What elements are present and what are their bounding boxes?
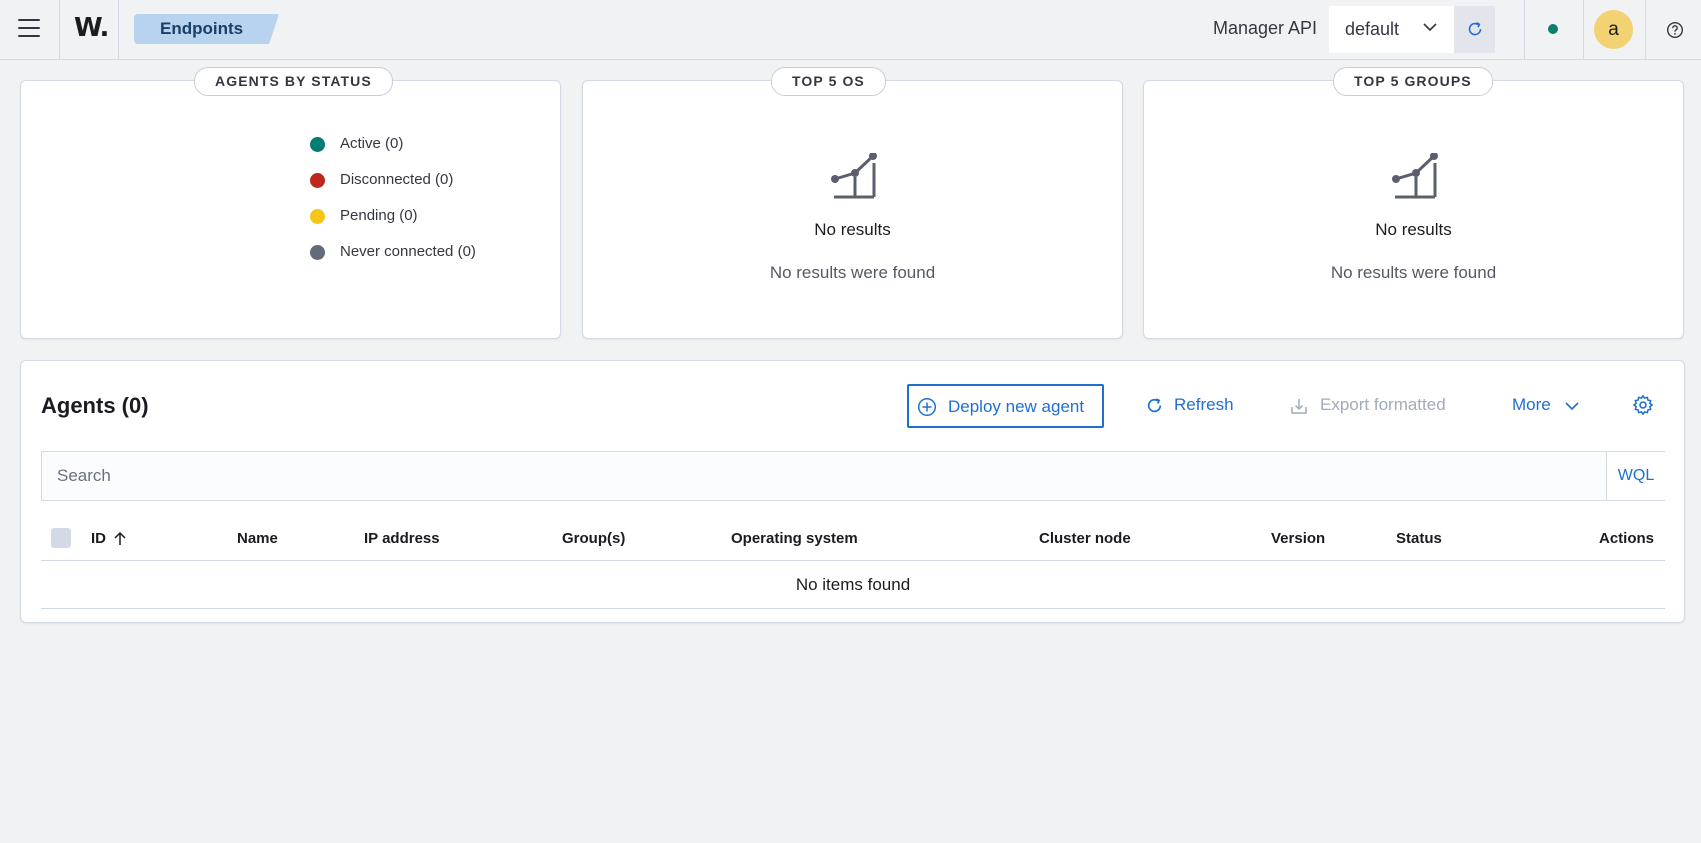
download-icon <box>1291 399 1307 414</box>
api-select-value: default <box>1345 19 1400 39</box>
no-results-title: No results <box>1375 220 1452 239</box>
column-header-id[interactable]: ID <box>91 530 126 547</box>
column-header-name[interactable]: Name <box>237 530 278 547</box>
breadcrumb-endpoints[interactable]: Endpoints <box>134 14 279 44</box>
chevron-down-icon <box>1565 402 1579 411</box>
deploy-new-agent-button[interactable]: Deploy new agent <box>907 384 1104 428</box>
health-status-dot[interactable] <box>1548 24 1558 34</box>
column-header-groups[interactable]: Group(s) <box>562 530 625 547</box>
no-results-title: No results <box>814 220 891 239</box>
table-header: ID Name IP address Group(s) Operating sy… <box>41 517 1665 561</box>
status-dot-disconnected <box>310 173 325 188</box>
column-header-version[interactable]: Version <box>1271 530 1325 547</box>
legend-label: Never connected (0) <box>340 243 476 260</box>
status-dot-pending <box>310 209 325 224</box>
panel-title-top-5-groups: TOP 5 GROUPS <box>1333 67 1493 96</box>
legend-label: Active (0) <box>340 135 404 152</box>
search-input[interactable] <box>42 452 1605 500</box>
chart-empty-icon <box>1392 153 1438 199</box>
agents-by-status-panel: Active (0) Disconnected (0) Pending (0) … <box>20 80 561 339</box>
column-label: ID <box>91 530 106 547</box>
column-header-status[interactable]: Status <box>1396 530 1442 547</box>
legend-label: Pending (0) <box>340 207 418 224</box>
manager-api-label: Manager API <box>1213 18 1318 38</box>
app-logo[interactable]: W. <box>74 13 109 43</box>
select-all-checkbox[interactable] <box>51 528 71 548</box>
help-icon[interactable] <box>1666 21 1684 39</box>
header-divider <box>1583 0 1584 59</box>
header-divider <box>1645 0 1646 59</box>
plus-circle-icon <box>917 397 937 417</box>
refresh-label: Refresh <box>1174 395 1234 414</box>
breadcrumb-label: Endpoints <box>160 19 244 38</box>
deploy-new-agent-label: Deploy new agent <box>948 397 1085 416</box>
status-dot-never-connected <box>310 245 325 260</box>
refresh-icon <box>1468 22 1482 36</box>
status-dot-active <box>310 137 325 152</box>
chart-empty-icon <box>831 153 877 199</box>
breadcrumb: Endpoints <box>134 14 279 46</box>
refresh-icon <box>1147 398 1162 413</box>
header-divider <box>118 0 119 59</box>
export-formatted-label: Export formatted <box>1320 395 1446 414</box>
export-formatted-button[interactable]: Export formatted <box>1289 395 1464 417</box>
sort-ascending-icon <box>114 531 126 545</box>
user-avatar[interactable]: a <box>1594 10 1633 49</box>
chevron-down-icon <box>1423 23 1437 32</box>
top-5-groups-panel: No results No results were found <box>1143 80 1684 339</box>
panel-title-agents-by-status: AGENTS BY STATUS <box>194 67 393 96</box>
api-refresh-button[interactable] <box>1455 6 1495 53</box>
gear-icon[interactable] <box>1632 394 1654 416</box>
table-empty-message: No items found <box>41 562 1665 609</box>
wql-toggle[interactable]: WQL <box>1606 452 1665 500</box>
legend-label: Disconnected (0) <box>340 171 454 188</box>
no-results-text: No results were found <box>1330 263 1497 282</box>
more-menu-button[interactable]: More <box>1512 395 1587 417</box>
more-label: More <box>1512 395 1551 414</box>
top-5-os-panel: No results No results were found <box>582 80 1123 339</box>
column-header-ip-address[interactable]: IP address <box>364 530 440 547</box>
agents-table-panel: Agents (0) Deploy new agent Refresh Expo… <box>20 360 1685 623</box>
header-divider <box>59 0 60 59</box>
header-divider <box>1524 0 1525 59</box>
api-select[interactable]: default <box>1329 6 1455 53</box>
refresh-button[interactable]: Refresh <box>1145 395 1250 417</box>
top-header: W. Endpoints Manager API default a <box>0 0 1701 60</box>
column-header-operating-system[interactable]: Operating system <box>731 530 858 547</box>
no-results-text: No results were found <box>769 263 936 282</box>
menu-icon[interactable] <box>18 19 40 39</box>
panel-title-top-5-os: TOP 5 OS <box>771 67 886 96</box>
column-header-actions: Actions <box>1599 530 1655 547</box>
agents-title: Agents (0) <box>41 393 149 418</box>
column-header-cluster-node[interactable]: Cluster node <box>1039 530 1131 547</box>
search-bar: WQL <box>41 451 1665 501</box>
